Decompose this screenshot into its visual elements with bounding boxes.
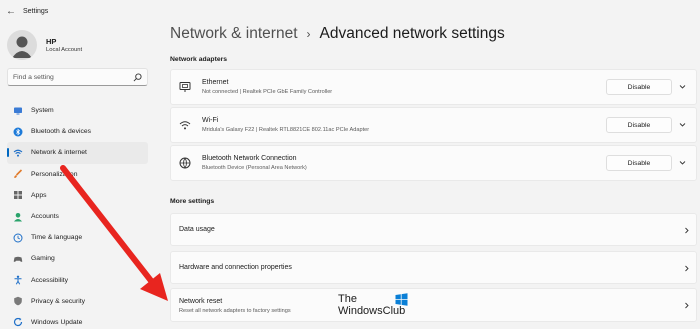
adapter-card-bluetooth[interactable]: Bluetooth Network Connection Bluetooth D… [170, 145, 697, 181]
row-label: Data usage [179, 226, 215, 233]
globe-clock-icon [13, 233, 23, 243]
sidebar-item-label: Gaming [31, 255, 55, 263]
breadcrumb: Network & internet › Advanced network se… [170, 25, 505, 43]
page-title: Advanced network settings [319, 25, 505, 42]
adapter-name: Bluetooth Network Connection [202, 155, 297, 162]
bluetooth-network-icon [179, 157, 191, 169]
breadcrumb-separator: › [306, 27, 311, 41]
search-input[interactable] [13, 73, 133, 81]
row-label: Hardware and connection properties [179, 264, 292, 271]
sidebar-item-personalization[interactable]: Personalization [7, 164, 148, 185]
sidebar-item-label: Time & language [31, 234, 83, 242]
row-label: Network reset [179, 298, 223, 305]
row-network-reset[interactable]: Network reset Reset all network adapters… [170, 288, 697, 322]
system-icon [14, 107, 22, 115]
apps-icon [14, 191, 22, 200]
row-data-usage[interactable]: Data usage [170, 213, 697, 246]
gamepad-icon [13, 256, 23, 262]
adapter-detail: Bluetooth Device (Personal Area Network) [202, 165, 307, 171]
back-arrow-icon[interactable]: ← [1, 6, 21, 17]
windows-logo-icon [395, 293, 408, 306]
chevron-down-icon[interactable] [679, 83, 686, 90]
sidebar-item-privacy-security[interactable]: Privacy & security [7, 291, 148, 312]
breadcrumb-parent[interactable]: Network & internet [170, 25, 298, 43]
watermark-line-2: WindowsClub [338, 305, 406, 317]
user-profile[interactable]: HP Local Account [7, 30, 82, 60]
sidebar-item-gaming[interactable]: Gaming [7, 248, 148, 269]
search-icon[interactable] [133, 72, 142, 82]
profile-account-type: Local Account [46, 47, 83, 53]
adapter-detail: Not connected | Realtek PCIe GbE Family … [202, 89, 333, 95]
sidebar-item-system[interactable]: System [7, 100, 148, 121]
adapter-card-wifi[interactable]: Wi-Fi Mridula's Galaxy F22 | Realtek RTL… [170, 107, 697, 143]
sidebar-item-apps[interactable]: Apps [7, 185, 148, 206]
sidebar-item-windows-update[interactable]: Windows Update [7, 312, 148, 329]
sidebar-item-label: Accounts [31, 213, 59, 221]
wifi-icon [13, 149, 23, 157]
sidebar-item-label: Privacy & security [31, 297, 86, 305]
bluetooth-icon [13, 127, 23, 137]
ethernet-icon [179, 82, 191, 92]
update-icon [13, 318, 23, 327]
sidebar-item-label: System [31, 107, 54, 115]
chevron-right-icon[interactable] [683, 227, 690, 234]
shield-icon [14, 297, 22, 306]
avatar [7, 30, 37, 60]
sidebar-item-label: Personalization [31, 170, 78, 178]
sidebar-item-accounts[interactable]: Accounts [7, 206, 148, 227]
sidebar-item-label: Apps [31, 191, 47, 199]
sidebar-item-label: Windows Update [31, 318, 83, 326]
chevron-right-icon[interactable] [683, 302, 690, 309]
sidebar-item-label: Bluetooth & devices [31, 128, 92, 136]
sidebar: HP Local Account System Bluetooth & devi… [0, 22, 160, 329]
sidebar-item-label: Network & internet [31, 149, 87, 157]
sidebar-item-network[interactable]: Network & internet [7, 142, 148, 164]
disable-button-wifi[interactable]: Disable [606, 117, 672, 133]
person-icon [14, 212, 22, 222]
adapter-detail: Mridula's Galaxy F22 | Realtek RTL8821CE… [202, 127, 370, 133]
search-box[interactable] [7, 68, 148, 86]
sidebar-item-accessibility[interactable]: Accessibility [7, 270, 148, 291]
sidebar-item-label: Accessibility [31, 276, 69, 284]
disable-button-bluetooth[interactable]: Disable [606, 155, 672, 171]
chevron-right-icon[interactable] [683, 265, 690, 272]
sidebar-nav: System Bluetooth & devices Network & int… [7, 100, 148, 329]
chevron-down-icon[interactable] [679, 121, 686, 128]
sidebar-item-bluetooth[interactable]: Bluetooth & devices [7, 121, 148, 142]
adapter-card-ethernet[interactable]: Ethernet Not connected | Realtek PCIe Gb… [170, 69, 697, 105]
window-title: Settings [23, 7, 49, 15]
more-settings-heading: More settings [170, 198, 215, 205]
disable-button-ethernet[interactable]: Disable [606, 79, 672, 95]
accessibility-icon [14, 275, 22, 285]
adapter-name: Ethernet [202, 79, 229, 86]
adapter-name: Wi-Fi [202, 117, 219, 124]
main-content: Network & internet › Advanced network se… [160, 0, 700, 329]
network-adapters-heading: Network adapters [170, 56, 228, 63]
row-hardware-properties[interactable]: Hardware and connection properties [170, 251, 697, 284]
row-detail: Reset all network adapters to factory se… [179, 308, 291, 314]
chevron-down-icon[interactable] [679, 159, 686, 166]
sidebar-item-time-language[interactable]: Time & language [7, 227, 148, 248]
brush-icon [14, 169, 23, 179]
profile-name: HP [46, 37, 57, 46]
wifi-icon [179, 121, 191, 130]
